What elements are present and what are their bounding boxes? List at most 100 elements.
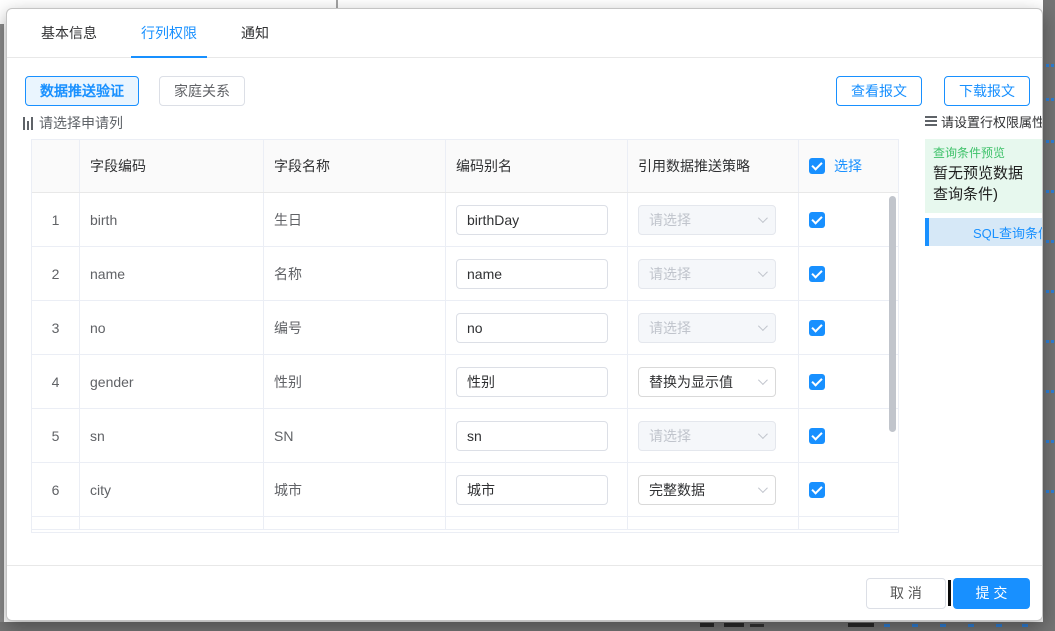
strategy-value: 替换为显示值 [649, 372, 733, 392]
table-row: 4 gender 性别 替换为显示值 [32, 355, 898, 409]
backdrop-fragment [968, 624, 974, 627]
toolbar-left-group: 数据推送验证 家庭关系 [25, 76, 245, 106]
table-row: 5 sn SN 请选择 [32, 409, 898, 463]
backdrop-fragment [724, 623, 744, 627]
backdrop-left-strip [0, 24, 4, 624]
table-row: 3 no 编号 请选择 [32, 301, 898, 355]
alias-input[interactable] [456, 367, 608, 397]
strategy-placeholder: 请选择 [649, 426, 691, 446]
header-strategy: 引用数据推送策略 [628, 140, 799, 192]
strategy-placeholder: 请选择 [649, 264, 691, 284]
select-all-label: 选择 [834, 156, 862, 176]
backdrop-fragment [848, 623, 874, 627]
download-message-button[interactable]: 下载报文 [944, 76, 1030, 106]
row-index: 1 [32, 193, 80, 246]
alias-input[interactable] [456, 313, 608, 343]
table-row: 6 city 城市 完整数据 [32, 463, 898, 517]
backdrop-dots [1046, 240, 1054, 243]
strategy-select: 请选择 [638, 421, 776, 451]
backdrop-dots [1046, 490, 1054, 493]
backdrop-top-line [336, 0, 338, 8]
chevron-down-icon [758, 213, 768, 223]
row-checkbox[interactable] [809, 428, 825, 444]
alias-input[interactable] [456, 475, 608, 505]
backdrop-fragment [940, 624, 946, 627]
panel-title: 请设置行权限属性 [925, 113, 1043, 129]
strategy-value: 完整数据 [649, 480, 705, 500]
panel-title-text: 请设置行权限属性 [941, 112, 1043, 131]
header-alias: 编码别名 [446, 140, 628, 192]
chevron-down-icon [758, 267, 768, 277]
columns-icon [23, 117, 34, 130]
backdrop-fragment [700, 623, 714, 627]
backdrop-fragment [996, 624, 1002, 627]
table-row-partial [32, 517, 898, 530]
family-relation-button[interactable]: 家庭关系 [159, 76, 245, 106]
backdrop-fragment [750, 624, 764, 627]
backdrop-right-strip [1043, 0, 1055, 631]
preview-empty-text-2: 查询条件) [933, 184, 1043, 205]
view-message-button[interactable]: 查看报文 [836, 76, 922, 106]
alias-input[interactable] [456, 421, 608, 451]
table-section-title: 请选择申请列 [23, 113, 1030, 133]
alias-input[interactable] [456, 259, 608, 289]
row-checkbox[interactable] [809, 212, 825, 228]
row-index: 2 [32, 247, 80, 300]
row-checkbox[interactable] [809, 266, 825, 282]
dialog-footer: 取 消 提 交 [7, 565, 1042, 620]
tab-notification[interactable]: 通知 [239, 9, 271, 57]
strategy-select: 请选择 [638, 259, 776, 289]
row-index: 6 [32, 463, 80, 516]
toolbar-right-group: 查看报文 下载报文 [836, 76, 1030, 106]
sql-query-condition-label: SQL查询条件 [973, 223, 1043, 242]
row-permission-panel: 请设置行权限属性 查询条件预览 暂无预览数据 查询条件) SQL查询条件 [925, 113, 1043, 246]
table-header-row: 字段编码 字段名称 编码别名 引用数据推送策略 选择 [32, 140, 898, 193]
chevron-down-icon [758, 321, 768, 331]
cursor-artifact [948, 580, 951, 606]
tab-basic-info[interactable]: 基本信息 [39, 9, 99, 57]
chevron-down-icon [758, 429, 768, 439]
table-scrollbar-thumb[interactable] [889, 196, 896, 432]
header-select: 选择 [799, 140, 898, 192]
menu-icon [925, 116, 937, 126]
backdrop-dots [1046, 98, 1054, 101]
field-code: gender [80, 355, 264, 408]
row-checkbox[interactable] [809, 320, 825, 336]
backdrop-dots [1046, 390, 1054, 393]
strategy-placeholder: 请选择 [649, 318, 691, 338]
backdrop-dots [1046, 340, 1054, 343]
field-code: city [80, 463, 264, 516]
backdrop-dots [1046, 140, 1054, 143]
field-code: birth [80, 193, 264, 246]
data-push-verify-button[interactable]: 数据推送验证 [25, 76, 139, 106]
backdrop-dots [1046, 190, 1054, 193]
strategy-select[interactable]: 替换为显示值 [638, 367, 776, 397]
strategy-placeholder: 请选择 [649, 210, 691, 230]
header-field-code: 字段编码 [80, 140, 264, 192]
toolbar: 数据推送验证 家庭关系 查看报文 下载报文 [25, 75, 1030, 106]
backdrop-fragment [912, 624, 918, 627]
preview-empty-text: 暂无预览数据 [933, 163, 1043, 184]
query-condition-preview-box: 查询条件预览 暂无预览数据 查询条件) [925, 139, 1043, 213]
sql-query-condition-item[interactable]: SQL查询条件 [925, 218, 1043, 246]
chevron-down-icon [758, 483, 768, 493]
submit-button[interactable]: 提 交 [953, 578, 1030, 609]
field-code: sn [80, 409, 264, 462]
backdrop-fragment [1022, 624, 1028, 627]
field-code: no [80, 301, 264, 354]
tab-bar: 基本信息 行列权限 通知 [7, 9, 1042, 58]
tab-row-column-permission[interactable]: 行列权限 [139, 9, 199, 57]
backdrop-dots [1046, 290, 1054, 293]
strategy-select: 请选择 [638, 313, 776, 343]
header-field-name: 字段名称 [264, 140, 446, 192]
alias-input[interactable] [456, 205, 608, 235]
cancel-button[interactable]: 取 消 [866, 578, 946, 609]
backdrop-dots [1046, 64, 1054, 67]
select-all-checkbox[interactable] [809, 158, 825, 174]
row-checkbox[interactable] [809, 374, 825, 390]
row-checkbox[interactable] [809, 482, 825, 498]
row-index: 5 [32, 409, 80, 462]
field-name: 编号 [264, 301, 446, 354]
table-row: 1 birth 生日 请选择 [32, 193, 898, 247]
strategy-select[interactable]: 完整数据 [638, 475, 776, 505]
